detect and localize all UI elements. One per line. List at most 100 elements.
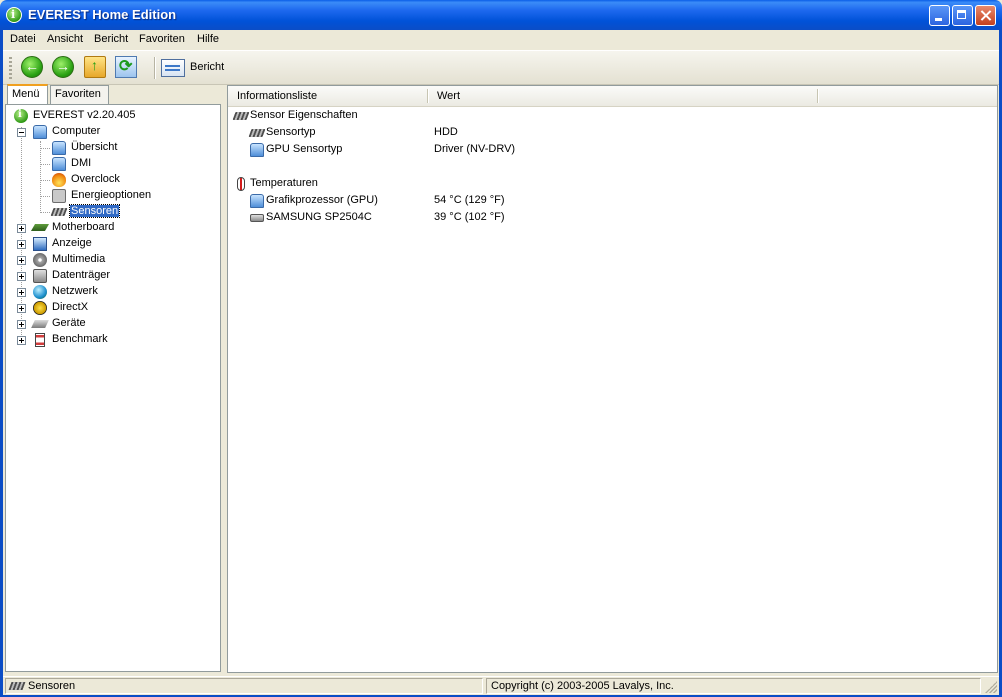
- power-icon: [52, 189, 66, 203]
- window-title: EVEREST Home Edition: [28, 7, 177, 22]
- expand-toggle[interactable]: [17, 240, 26, 249]
- chip-icon: [232, 112, 250, 120]
- folder-up-icon[interactable]: [84, 56, 106, 78]
- menu-hilfe[interactable]: Hilfe: [197, 33, 219, 45]
- tree-item-label: Geräte: [52, 317, 86, 329]
- tree-item-label: Sensoren: [68, 204, 121, 218]
- tree-item-label: Netzwerk: [52, 285, 98, 297]
- copyright-text: Copyright (c) 2003-2005 Lavalys, Inc.: [491, 680, 674, 692]
- speaker-icon: [33, 253, 47, 267]
- row-label: Sensortyp: [266, 126, 316, 138]
- hourglass-icon: [35, 333, 45, 347]
- tree-item-label: Anzeige: [52, 237, 92, 249]
- chip-icon: [50, 208, 68, 216]
- expand-toggle[interactable]: [17, 224, 26, 233]
- row-value: 39 °C (102 °F): [434, 211, 505, 223]
- refresh-icon[interactable]: [115, 56, 137, 78]
- thermometer-icon: [237, 177, 245, 191]
- title-bar[interactable]: EVEREST Home Edition: [0, 0, 1002, 30]
- expand-toggle[interactable]: [17, 320, 26, 329]
- tree-item-label: Datenträger: [52, 269, 111, 281]
- column-header-value[interactable]: Wert: [437, 90, 460, 102]
- devices-icon: [31, 320, 49, 328]
- tab-favoriten[interactable]: Favoriten: [50, 85, 109, 104]
- menu-ansicht[interactable]: Ansicht: [47, 33, 83, 45]
- row-label: GPU Sensortyp: [266, 143, 343, 155]
- row-value: Driver (NV-DRV): [434, 143, 516, 155]
- display-icon: [33, 237, 47, 251]
- expand-toggle[interactable]: [17, 304, 26, 313]
- tree-line: [40, 141, 42, 213]
- toolbar: Bericht: [3, 50, 999, 85]
- section-label: Temperaturen: [250, 177, 318, 189]
- toolbar-grip[interactable]: [9, 57, 12, 79]
- toolbar-separator: [154, 57, 156, 79]
- status-text: Sensoren: [28, 680, 76, 692]
- tree-line: [40, 164, 50, 166]
- tree-root-label: EVEREST v2.20.405: [33, 109, 136, 121]
- column-separator[interactable]: [427, 89, 429, 103]
- minimize-button[interactable]: [929, 5, 950, 26]
- app-info-icon[interactable]: [6, 7, 22, 23]
- tree-line: [40, 148, 50, 150]
- tree-item-label: Benchmark: [52, 333, 108, 345]
- menu-datei[interactable]: Datei: [10, 33, 36, 45]
- computer-icon: [33, 125, 47, 139]
- tree-line: [40, 196, 50, 198]
- computer-icon: [52, 157, 66, 171]
- everest-info-icon: [14, 109, 28, 123]
- menu-favoriten[interactable]: Favoriten: [139, 33, 185, 45]
- chip-icon: [248, 129, 266, 137]
- tree-item-label: Overclock: [71, 173, 120, 185]
- tree-item-label: Übersicht: [71, 141, 118, 153]
- tree-line: [40, 212, 50, 214]
- row-value: 54 °C (129 °F): [434, 194, 505, 206]
- report-icon[interactable]: [161, 59, 185, 77]
- row-value: HDD: [434, 126, 458, 138]
- tree-item-label: Multimedia: [52, 253, 106, 265]
- resize-grip[interactable]: [985, 681, 997, 693]
- globe-icon: [33, 285, 47, 299]
- expand-toggle[interactable]: [17, 272, 26, 281]
- motherboard-icon: [30, 224, 50, 231]
- back-arrow-icon[interactable]: [21, 56, 43, 78]
- directx-icon: [33, 301, 47, 315]
- tree-item-label: Motherboard: [52, 221, 115, 233]
- expand-toggle[interactable]: [17, 336, 26, 345]
- expand-toggle[interactable]: [17, 256, 26, 265]
- info-list[interactable]: Informationsliste Wert Sensor Eigenschaf…: [227, 85, 998, 673]
- tree-item-label: DMI: [71, 157, 92, 169]
- drive-icon: [250, 214, 264, 222]
- expand-toggle[interactable]: [17, 288, 26, 297]
- column-header: Informationsliste Wert: [228, 86, 997, 107]
- tree-line: [40, 180, 50, 182]
- row-label: Grafikprozessor (GPU): [266, 194, 378, 206]
- window-border-left: [0, 30, 3, 697]
- status-bar: Sensoren Copyright (c) 2003-2005 Lavalys…: [3, 676, 999, 695]
- computer-icon: [250, 143, 264, 157]
- menu-bericht[interactable]: Bericht: [94, 33, 128, 45]
- close-button[interactable]: [975, 5, 996, 26]
- drive-icon: [33, 269, 47, 283]
- column-header-info[interactable]: Informationsliste: [237, 90, 317, 102]
- collapse-toggle[interactable]: [17, 128, 26, 137]
- forward-arrow-icon[interactable]: [52, 56, 74, 78]
- report-button-label[interactable]: Bericht: [190, 61, 224, 73]
- row-label: SAMSUNG SP2504C: [266, 211, 372, 223]
- tree-item-label: DirectX: [52, 301, 89, 313]
- tab-menu[interactable]: Menü: [7, 84, 48, 105]
- left-tabs: Menü Favoriten: [5, 84, 220, 105]
- computer-icon: [52, 141, 66, 155]
- status-panel-left: Sensoren: [5, 678, 483, 694]
- chip-icon: [8, 682, 26, 690]
- tree-item-label: Energieoptionen: [71, 189, 152, 201]
- flame-icon: [52, 173, 66, 187]
- tree-item-label: Computer: [52, 125, 101, 137]
- computer-icon: [250, 194, 264, 208]
- app-window: EVEREST Home Edition Datei Ansicht Beric…: [0, 0, 1002, 697]
- menu-bar: Datei Ansicht Bericht Favoriten Hilfe: [3, 30, 999, 49]
- maximize-button[interactable]: [952, 5, 973, 26]
- section-label: Sensor Eigenschaften: [250, 109, 358, 121]
- column-separator[interactable]: [817, 89, 819, 103]
- tree-pane[interactable]: EVEREST v2.20.405 Computer Übersicht DMI…: [5, 104, 221, 672]
